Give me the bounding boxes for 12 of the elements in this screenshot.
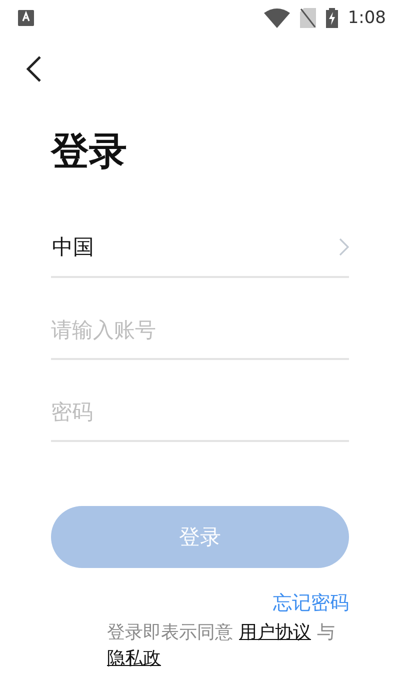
page-title: 登录: [51, 128, 128, 175]
privacy-link[interactable]: 隐私政: [107, 646, 161, 672]
wifi-icon: [264, 8, 290, 28]
region-selector[interactable]: 中国: [51, 218, 349, 278]
agreement-joiner: 与: [317, 621, 335, 645]
app-notification-icon: [18, 10, 34, 26]
terms-link[interactable]: 用户协议: [239, 620, 311, 646]
no-sim-icon: [300, 8, 316, 28]
status-time: 1:08: [348, 8, 386, 28]
chevron-right-icon: [339, 238, 349, 256]
battery-charging-icon: [326, 8, 338, 28]
agreement-text: 登录即表示同意: [107, 621, 233, 645]
